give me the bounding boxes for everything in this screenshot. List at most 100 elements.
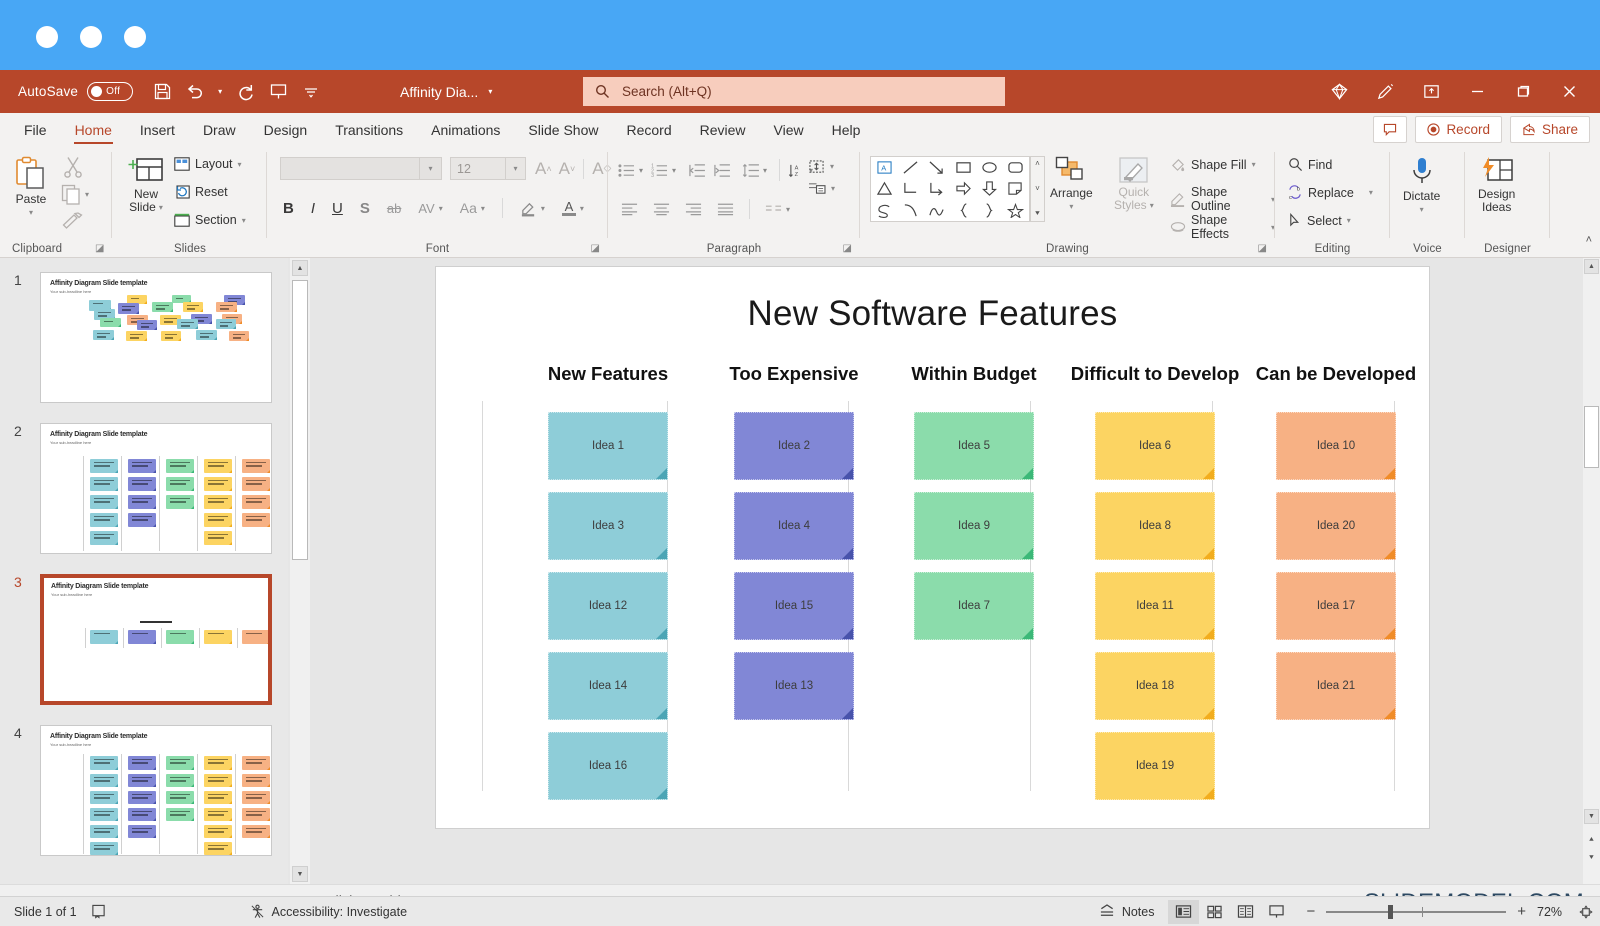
copy-dropdown-icon[interactable]: ▾ xyxy=(85,190,89,199)
shape-fill-dropdown-icon[interactable]: ▾ xyxy=(1252,160,1256,169)
collapse-ribbon-icon[interactable]: ˄ xyxy=(1586,234,1592,246)
new-slide-button[interactable]: New Slide ▾ xyxy=(128,154,164,214)
decrease-indent-icon[interactable] xyxy=(688,163,705,178)
restore-icon[interactable] xyxy=(1500,70,1546,113)
character-spacing-button[interactable]: AV xyxy=(418,201,434,216)
elbow-arrow-connector-icon[interactable] xyxy=(928,181,945,196)
select-dropdown-icon[interactable]: ▾ xyxy=(1347,216,1351,225)
left-brace-shape-icon[interactable] xyxy=(955,203,972,218)
reset-button[interactable]: Reset xyxy=(174,185,228,199)
arrange-dropdown-icon[interactable]: ▾ xyxy=(1069,200,1073,213)
rectangle-shape-icon[interactable] xyxy=(955,160,972,175)
save-icon[interactable] xyxy=(147,77,177,107)
thumbnail-frame-2[interactable]: Affinity Diagram Slide template Your sub… xyxy=(40,423,272,554)
comments-button[interactable] xyxy=(1373,116,1407,143)
clipboard-dialog-launcher[interactable]: ◪ xyxy=(95,243,104,254)
font-name-input[interactable] xyxy=(280,157,420,180)
quick-styles-dropdown-icon[interactable]: ▾ xyxy=(1150,199,1154,212)
zoom-in-button[interactable]: + xyxy=(1517,903,1526,920)
shapes-scroll-up-icon[interactable]: ˄ xyxy=(1035,159,1040,168)
tab-draw[interactable]: Draw xyxy=(189,113,250,146)
tab-file[interactable]: File xyxy=(10,113,61,146)
autosave-switch[interactable]: Off xyxy=(87,82,133,101)
slide-notes-icon[interactable] xyxy=(91,904,106,919)
record-button[interactable]: Record xyxy=(1415,116,1502,143)
column-header[interactable]: Can be Developed xyxy=(1176,363,1496,385)
idea-card[interactable]: Idea 17 xyxy=(1276,572,1396,640)
section-button[interactable]: Section ▾ xyxy=(174,213,246,227)
idea-card[interactable]: Idea 15 xyxy=(734,572,854,640)
pen-icon[interactable] xyxy=(1362,70,1408,113)
notes-toggle-button[interactable]: Notes xyxy=(1099,904,1155,919)
idea-card[interactable]: Idea 10 xyxy=(1276,412,1396,480)
idea-card[interactable]: Idea 9 xyxy=(914,492,1034,560)
columns-icon[interactable] xyxy=(765,203,782,216)
arrow-shape-icon[interactable] xyxy=(928,160,945,175)
paragraph-dialog-launcher[interactable]: ◪ xyxy=(843,243,852,254)
idea-card[interactable]: Idea 4 xyxy=(734,492,854,560)
text-direction-icon[interactable]: AZ xyxy=(788,163,805,178)
undo-icon[interactable] xyxy=(180,77,210,107)
align-left-icon[interactable] xyxy=(621,202,638,216)
thumbnail-slide-3[interactable]: 3 Affinity Diagram Slide template Your s… xyxy=(40,574,272,705)
thumbnail-slide-2[interactable]: 2 Affinity Diagram Slide template Your s… xyxy=(40,423,272,554)
thumbnail-slide-4[interactable]: 4 Affinity Diagram Slide template Your s… xyxy=(40,725,272,856)
section-dropdown-icon[interactable]: ▾ xyxy=(242,216,246,225)
slide-scroll-up-icon[interactable]: ▲ xyxy=(1584,259,1599,274)
idea-card[interactable]: Idea 3 xyxy=(548,492,668,560)
document-title[interactable]: Affinity Dia... ▾ xyxy=(400,70,492,113)
zoom-control[interactable]: − + 72% xyxy=(1306,903,1594,920)
elbow-connector-icon[interactable] xyxy=(902,181,919,196)
triangle-shape-icon[interactable] xyxy=(876,181,893,196)
slide-show-view-button[interactable] xyxy=(1261,900,1292,924)
increase-indent-icon[interactable] xyxy=(713,163,730,178)
font-color-icon[interactable]: A xyxy=(562,201,576,216)
align-right-icon[interactable] xyxy=(685,202,702,216)
select-button[interactable]: Select ▾ xyxy=(1288,213,1351,228)
character-spacing-dropdown-icon[interactable]: ▾ xyxy=(439,204,443,213)
customize-qat-icon[interactable] xyxy=(296,77,326,107)
numbering-dropdown-icon[interactable]: ▾ xyxy=(672,166,676,175)
tab-animations[interactable]: Animations xyxy=(417,113,514,146)
down-arrow-shape-icon[interactable] xyxy=(981,181,998,196)
change-case-button[interactable]: Aa xyxy=(460,200,477,216)
align-text-icon[interactable] xyxy=(808,159,825,174)
document-dropdown-icon[interactable]: ▾ xyxy=(488,87,492,96)
zoom-slider-handle[interactable] xyxy=(1388,905,1393,919)
maximize-window-button[interactable] xyxy=(124,26,146,48)
shapes-gallery-expand-icon[interactable]: ⯆ xyxy=(1034,209,1040,219)
thumbnails-scrollbar[interactable]: ▲ ▼ xyxy=(290,258,310,884)
star-shape-icon[interactable] xyxy=(1007,203,1024,218)
idea-card[interactable]: Idea 18 xyxy=(1095,652,1215,720)
idea-card[interactable]: Idea 2 xyxy=(734,412,854,480)
decrease-font-size-icon[interactable]: A˅ xyxy=(559,159,576,179)
text-shadow-button[interactable]: S xyxy=(360,200,370,217)
copy-button[interactable]: ▾ xyxy=(61,184,89,205)
line-spacing-icon[interactable] xyxy=(742,163,759,178)
tab-review[interactable]: Review xyxy=(686,113,760,146)
thumbnail-frame-3[interactable]: Affinity Diagram Slide template Your sub… xyxy=(40,574,272,705)
font-size-input[interactable]: 12 xyxy=(450,157,506,180)
scribble-shape-icon[interactable] xyxy=(876,203,893,218)
idea-card[interactable]: Idea 21 xyxy=(1276,652,1396,720)
tab-help[interactable]: Help xyxy=(818,113,875,146)
design-ideas-button[interactable]: Design Ideas xyxy=(1478,156,1515,214)
start-presentation-icon[interactable] xyxy=(263,77,293,107)
redo-icon[interactable] xyxy=(230,77,260,107)
convert-to-smartart-dropdown-icon[interactable]: ▾ xyxy=(831,184,835,193)
cut-icon[interactable] xyxy=(63,156,83,178)
convert-to-smartart-icon[interactable] xyxy=(808,181,826,196)
new-slide-dropdown-icon[interactable]: ▾ xyxy=(159,201,163,214)
search-input[interactable]: Search (Alt+Q) xyxy=(583,77,1005,106)
previous-slide-icon[interactable]: ⯅ xyxy=(1584,832,1599,847)
slide-scroll-thumb[interactable] xyxy=(1584,406,1599,468)
shapes-scroll-down-icon[interactable]: ˅ xyxy=(1035,184,1040,193)
shape-fill-button[interactable]: Shape Fill ▾ xyxy=(1170,157,1256,172)
zoom-out-button[interactable]: − xyxy=(1306,903,1315,920)
slide-scroll-down-icon[interactable]: ▼ xyxy=(1584,809,1599,824)
underline-button[interactable]: U xyxy=(332,200,343,217)
right-arrow-shape-icon[interactable] xyxy=(955,181,972,196)
format-painter-icon[interactable] xyxy=(62,212,83,232)
justify-icon[interactable] xyxy=(717,202,734,216)
idea-card[interactable]: Idea 5 xyxy=(914,412,1034,480)
